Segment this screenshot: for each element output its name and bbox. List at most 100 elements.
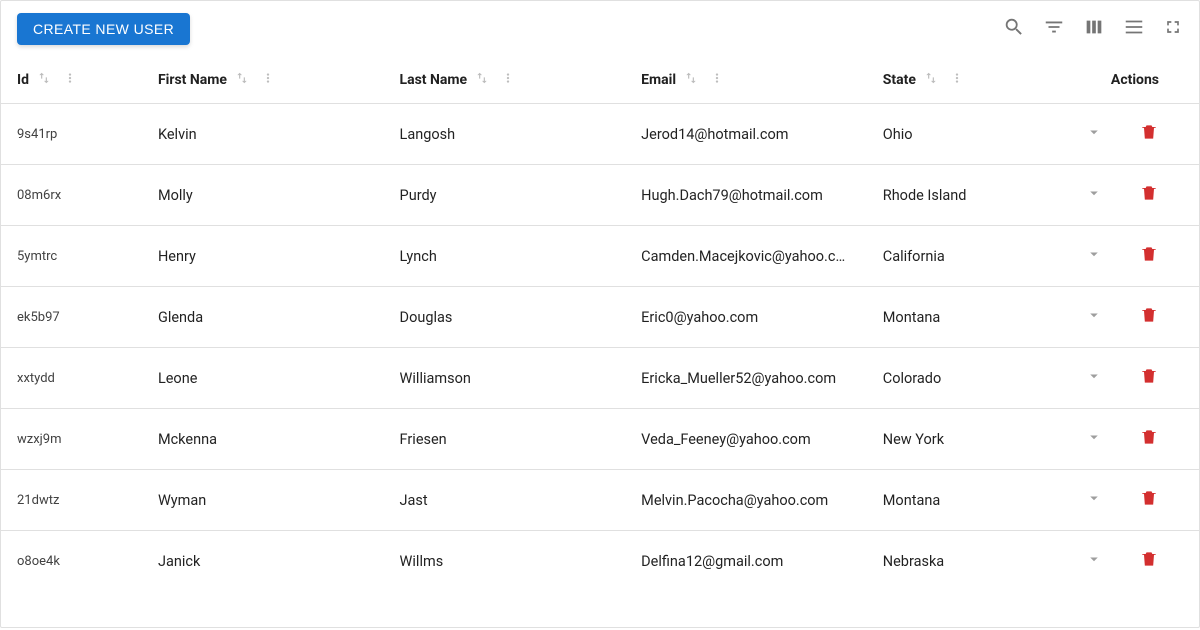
cell-state: California [867,226,1038,287]
cell-email: Veda_Feeney@yahoo.com [625,409,867,470]
table-row: 9s41rpKelvinLangoshJerod14@hotmail.comOh… [1,104,1199,165]
column-menu-icon[interactable] [710,71,724,89]
cell-first-name: Glenda [142,287,384,348]
cell-id: ek5b97 [1,287,142,348]
table-row: 08m6rxMollyPurdyHugh.Dach79@hotmail.comR… [1,165,1199,226]
column-label: Actions [1111,72,1159,88]
column-label: First Name [158,72,227,88]
column-label: Email [641,72,676,88]
row-expand-icon[interactable] [1085,245,1103,267]
sort-icon[interactable] [684,71,698,89]
cell-actions [1038,531,1199,592]
delete-icon[interactable] [1139,427,1159,451]
table-header: Id First Name Last Name [1,57,1199,104]
cell-first-name: Molly [142,165,384,226]
cell-actions [1038,165,1199,226]
cell-first-name: Kelvin [142,104,384,165]
column-header-id[interactable]: Id [1,57,142,104]
delete-icon[interactable] [1139,183,1159,207]
sort-icon[interactable] [37,71,51,89]
cell-id: xxtydd [1,348,142,409]
cell-actions [1038,104,1199,165]
cell-email: Camden.Macejkovic@yahoo.com [625,226,867,287]
cell-id: 9s41rp [1,104,142,165]
delete-icon[interactable] [1139,366,1159,390]
cell-id: 5ymtrc [1,226,142,287]
delete-icon[interactable] [1139,244,1159,268]
delete-icon[interactable] [1139,122,1159,146]
row-expand-icon[interactable] [1085,123,1103,145]
table-row: o8oe4kJanickWillmsDelfina12@gmail.comNeb… [1,531,1199,592]
cell-last-name: Purdy [384,165,626,226]
cell-state: Montana [867,287,1038,348]
cell-actions [1038,470,1199,531]
column-label: Last Name [400,72,468,88]
cell-email: Eric0@yahoo.com [625,287,867,348]
cell-state: Colorado [867,348,1038,409]
delete-icon[interactable] [1139,549,1159,573]
cell-email: Melvin.Pacocha@yahoo.com [625,470,867,531]
row-expand-icon[interactable] [1085,367,1103,389]
column-menu-icon[interactable] [950,71,964,89]
cell-state: Ohio [867,104,1038,165]
row-expand-icon[interactable] [1085,428,1103,450]
cell-email: Jerod14@hotmail.com [625,104,867,165]
table-row: wzxj9mMckennaFriesenVeda_Feeney@yahoo.co… [1,409,1199,470]
cell-state: Rhode Island [867,165,1038,226]
column-header-email[interactable]: Email [625,57,867,104]
row-expand-icon[interactable] [1085,306,1103,328]
table-row: xxtyddLeoneWilliamsonEricka_Mueller52@ya… [1,348,1199,409]
cell-last-name: Williamson [384,348,626,409]
cell-id: 08m6rx [1,165,142,226]
column-menu-icon[interactable] [501,71,515,89]
row-expand-icon[interactable] [1085,489,1103,511]
column-label: Id [17,72,29,88]
cell-first-name: Leone [142,348,384,409]
cell-actions [1038,287,1199,348]
cell-email: Delfina12@gmail.com [625,531,867,592]
column-header-first-name[interactable]: First Name [142,57,384,104]
table-body: 9s41rpKelvinLangoshJerod14@hotmail.comOh… [1,104,1199,592]
cell-email: Ericka_Mueller52@yahoo.com [625,348,867,409]
cell-id: wzxj9m [1,409,142,470]
cell-state: New York [867,409,1038,470]
column-header-last-name[interactable]: Last Name [384,57,626,104]
fullscreen-icon[interactable] [1163,17,1183,41]
cell-first-name: Henry [142,226,384,287]
column-header-actions: Actions [1038,57,1199,104]
table-toolbar: CREATE NEW USER [1,1,1199,57]
columns-icon[interactable] [1083,16,1105,42]
create-new-user-button[interactable]: CREATE NEW USER [17,13,190,45]
density-icon[interactable] [1123,16,1145,42]
sort-icon[interactable] [475,71,489,89]
cell-first-name: Janick [142,531,384,592]
cell-last-name: Jast [384,470,626,531]
column-menu-icon[interactable] [261,71,275,89]
cell-actions [1038,348,1199,409]
cell-last-name: Douglas [384,287,626,348]
row-expand-icon[interactable] [1085,550,1103,572]
search-icon[interactable] [1003,16,1025,42]
toolbar-icon-group [1003,16,1183,42]
table-row: ek5b97GlendaDouglasEric0@yahoo.comMontan… [1,287,1199,348]
cell-first-name: Wyman [142,470,384,531]
sort-icon[interactable] [235,71,249,89]
delete-icon[interactable] [1139,488,1159,512]
cell-first-name: Mckenna [142,409,384,470]
filter-icon[interactable] [1043,16,1065,42]
column-label: State [883,72,916,88]
user-table: Id First Name Last Name [1,57,1199,591]
cell-id: o8oe4k [1,531,142,592]
cell-last-name: Friesen [384,409,626,470]
sort-icon[interactable] [924,71,938,89]
delete-icon[interactable] [1139,305,1159,329]
row-expand-icon[interactable] [1085,184,1103,206]
cell-state: Montana [867,470,1038,531]
column-menu-icon[interactable] [63,71,77,89]
cell-email: Hugh.Dach79@hotmail.com [625,165,867,226]
cell-id: 21dwtz [1,470,142,531]
column-header-state[interactable]: State [867,57,1038,104]
cell-actions [1038,226,1199,287]
table-row: 21dwtzWymanJastMelvin.Pacocha@yahoo.comM… [1,470,1199,531]
cell-last-name: Langosh [384,104,626,165]
